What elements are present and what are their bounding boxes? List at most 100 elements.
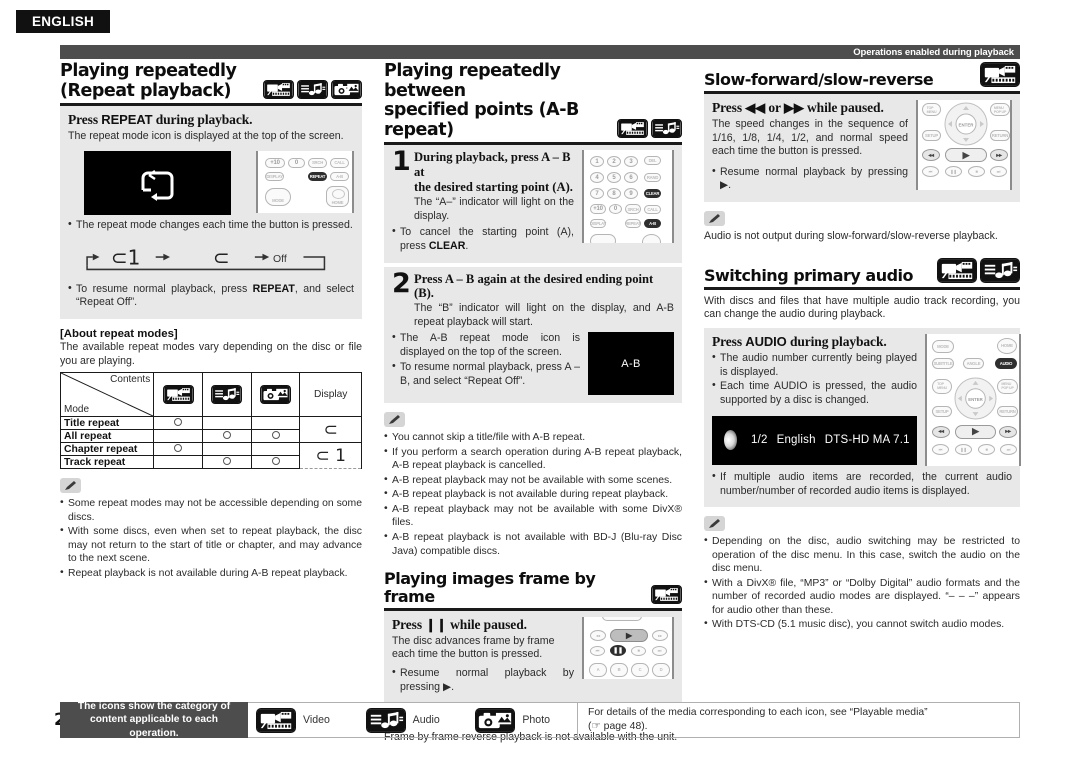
remote-key-rewind[interactable]: ◂◂: [922, 149, 940, 161]
remote-key-mode[interactable]: MODE: [265, 187, 291, 206]
remote-key-subtitle[interactable]: SUBTITLE: [932, 357, 954, 369]
remote-key-ab[interactable]: A-B: [644, 219, 661, 229]
remote-key-forward[interactable]: ▸▸: [652, 629, 668, 641]
note-repeat-list: Some repeat modes may not be accessible …: [60, 496, 362, 580]
remote-key-stop[interactable]: ■: [631, 645, 646, 656]
remote-key-mode[interactable]: [590, 234, 616, 244]
remote-key-home[interactable]: [642, 234, 661, 244]
audio-title: Press AUDIO during playback.: [712, 334, 917, 350]
remote-key-c[interactable]: C: [631, 662, 649, 677]
footer-label-photo: Photo: [522, 714, 551, 726]
remote-key-5[interactable]: 5: [607, 172, 621, 184]
step-1-body: During playback, press A – B at the desi…: [414, 150, 574, 223]
remote-key-next[interactable]: ⏭: [1000, 443, 1017, 455]
remote-key-home[interactable]: HOME: [326, 185, 349, 207]
cell-all-audio: [201, 429, 252, 444]
remote-key-top-menu[interactable]: TOP MENU: [922, 103, 941, 116]
remote-key-plus10[interactable]: +10: [265, 157, 285, 168]
remote-key-9[interactable]: 9: [624, 188, 638, 200]
remote-key-4[interactable]: 4: [590, 172, 604, 184]
remote-key-menu[interactable]: MENU POP UP: [990, 103, 1010, 116]
column-ab-repeat: Playing repeatedly between specified poi…: [380, 61, 700, 743]
remote-key-call[interactable]: CALL: [644, 205, 661, 215]
remote-key-prev[interactable]: ⏮: [590, 645, 605, 656]
step-1-bullet-cancel: To cancel the starting point (A), press …: [392, 225, 574, 254]
remote-key-play[interactable]: ▶: [955, 424, 996, 439]
remote-key-play[interactable]: ▶: [945, 148, 987, 162]
remote-key-7[interactable]: 7: [590, 188, 604, 200]
remote-key-del[interactable]: DEL: [644, 156, 661, 166]
remote-key-display[interactable]: DISPLAY: [265, 171, 284, 181]
remote-key-forward[interactable]: ▸▸: [990, 149, 1008, 161]
remote-key-pause[interactable]: ❚❚: [610, 644, 626, 656]
remote-key-mode[interactable]: MODE: [932, 339, 954, 353]
cell-chapter-audio: [201, 442, 252, 457]
remote-key-menu[interactable]: MENU POP UP: [997, 378, 1018, 394]
audio-icon: [211, 385, 243, 405]
remote-key-3[interactable]: 3: [624, 156, 638, 168]
step1-bullet-pre: To cancel the starting point (A), press: [400, 226, 574, 252]
mode-title-repeat: Title repeat: [59, 416, 155, 431]
remote-repeat-illustration: +10 0 SRCH CALL DISPLAY REPEAT A-B MODE …: [256, 150, 354, 213]
remote-key-2[interactable]: 2: [607, 156, 621, 168]
remote-key-a[interactable]: A: [589, 662, 607, 677]
video-icon: [980, 62, 1020, 87]
heading-switching-audio: Switching primary audio: [704, 257, 1020, 290]
remote-key-setup[interactable]: SETUP: [922, 130, 941, 141]
remote-key-plus10[interactable]: +10: [590, 204, 606, 215]
remote-key-next[interactable]: ⏭: [990, 166, 1007, 177]
repeat-title-key: REPEAT: [101, 112, 153, 128]
audio-content: Press AUDIO during playback. The audio n…: [712, 334, 917, 466]
footer-legend-line2: content applicable to each operation.: [90, 714, 218, 739]
remote-key-rewind[interactable]: ◂◂: [932, 425, 950, 438]
remote-key-stop[interactable]: ■: [978, 443, 995, 455]
table-row: Chapter repeat ⊂ 1: [59, 442, 362, 470]
remote-key-srch[interactable]: SRCH: [625, 204, 641, 215]
remote-key-pause[interactable]: ❚❚: [955, 443, 972, 455]
remote-key-play[interactable]: ▶: [610, 628, 648, 642]
remote-key-call[interactable]: CALL: [330, 157, 349, 168]
remote-key-clear[interactable]: CLEAR: [644, 189, 661, 199]
remote-key-audio[interactable]: AUDIO: [995, 357, 1017, 369]
remote-key-return[interactable]: RETURN: [997, 405, 1018, 417]
remote-key-prev[interactable]: ⏮: [922, 166, 939, 177]
remote-key-home[interactable]: HOME: [997, 337, 1017, 354]
remote-key-rand[interactable]: RAND: [644, 173, 661, 183]
heading-icon-row: [617, 119, 682, 140]
remote-key-pause[interactable]: ❚❚: [945, 166, 962, 177]
remote-key-b[interactable]: B: [610, 662, 628, 677]
table-header-row: Contents Mode Display: [59, 372, 362, 418]
remote-key-0[interactable]: 0: [288, 157, 305, 168]
remote-key-rewind[interactable]: ◂◂: [590, 629, 606, 641]
audio-bullet-after: If multiple audio items are recorded, th…: [712, 470, 1012, 499]
remote-key-8[interactable]: 8: [607, 188, 621, 200]
remote-key-return[interactable]: RETURN: [990, 130, 1010, 141]
remote-key-angle[interactable]: ANGLE: [963, 357, 984, 369]
section-context-bar: Operations enabled during playback: [60, 45, 1020, 59]
remote-key-stop[interactable]: ■: [968, 166, 985, 177]
remote-key-repeat[interactable]: REPEAT: [308, 171, 327, 181]
remote-key-srch[interactable]: SRCH: [308, 157, 327, 168]
check-circle: [174, 443, 183, 452]
remote-key-forward[interactable]: ▸▸: [999, 425, 1017, 438]
remote-key-repeat[interactable]: REPEAT: [625, 219, 641, 229]
remote-dpad[interactable]: ENTER: [954, 377, 997, 420]
remote-key-6[interactable]: 6: [624, 172, 638, 184]
language-tag: ENGLISH: [16, 10, 110, 33]
remote-key-next[interactable]: ⏭: [652, 645, 667, 656]
remote-key-1[interactable]: 1: [590, 156, 604, 168]
remote-key-display[interactable]: DISPLAY: [590, 219, 606, 229]
remote-key-top-menu[interactable]: TOP MENU: [932, 378, 952, 394]
remote-key-d[interactable]: D: [652, 662, 670, 677]
step2-visual-row: The A-B repeat mode icon is displayed on…: [392, 331, 674, 396]
osd-ab-preview: A-B: [588, 332, 674, 396]
remote-dpad[interactable]: ENTER: [944, 102, 988, 146]
remote-key-0[interactable]: 0: [609, 204, 622, 215]
remote-key-prev[interactable]: ⏮: [932, 443, 949, 455]
bullet-repeat-resume: To resume normal playback, press REPEAT,…: [68, 282, 354, 311]
osd-audio-text: 1/2 English DTS-HD MA 7.1: [751, 434, 910, 446]
remote-key-ab[interactable]: A-B: [330, 171, 349, 181]
remote-key-setup[interactable]: SETUP: [932, 405, 952, 417]
video-icon: [162, 385, 194, 405]
table-header-video: [153, 372, 203, 418]
